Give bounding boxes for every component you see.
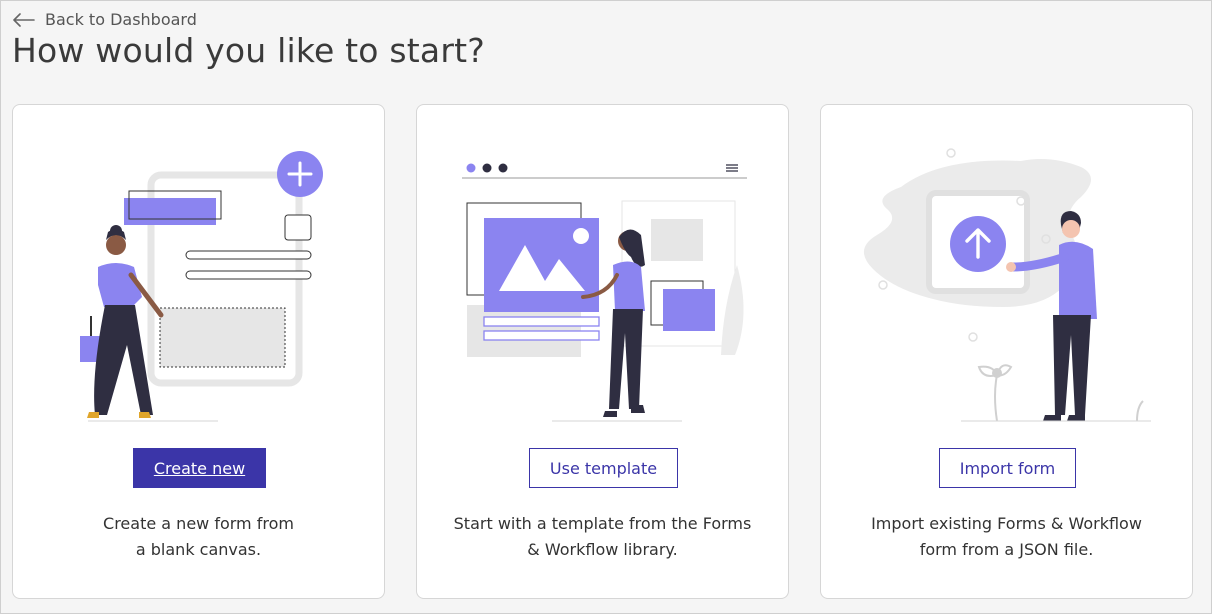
arrow-left-icon xyxy=(13,12,35,27)
description-line: Import existing Forms & Workflow xyxy=(871,514,1142,533)
import-form-illustration xyxy=(863,148,1151,422)
description-line: & Workflow library. xyxy=(527,540,678,559)
create-new-button[interactable]: Create new xyxy=(133,448,266,488)
description-line: a blank canvas. xyxy=(135,540,262,559)
create-new-description: Create a new form from a blank canvas. xyxy=(13,511,384,563)
import-form-description: Import existing Forms & Workflow form fr… xyxy=(821,511,1192,563)
use-template-card: Use template Start with a template from … xyxy=(416,104,789,599)
back-link-label: Back to Dashboard xyxy=(45,10,197,29)
description-line: Start with a template from the Forms xyxy=(453,514,752,533)
use-template-button[interactable]: Use template xyxy=(529,448,678,488)
create-new-illustration xyxy=(80,151,323,422)
back-to-dashboard-link[interactable]: Back to Dashboard xyxy=(13,10,197,29)
page-title: How would you like to start? xyxy=(12,31,485,70)
start-options: Create new Create a new form from a blan… xyxy=(12,104,1193,599)
description-line: form from a JSON file. xyxy=(919,540,1094,559)
import-form-button[interactable]: Import form xyxy=(939,448,1076,488)
use-template-illustration xyxy=(462,163,747,422)
create-new-card: Create new Create a new form from a blan… xyxy=(12,104,385,599)
use-template-description: Start with a template from the Forms & W… xyxy=(417,511,788,563)
description-line: Create a new form from xyxy=(103,514,294,533)
import-form-card: Import form Import existing Forms & Work… xyxy=(820,104,1193,599)
